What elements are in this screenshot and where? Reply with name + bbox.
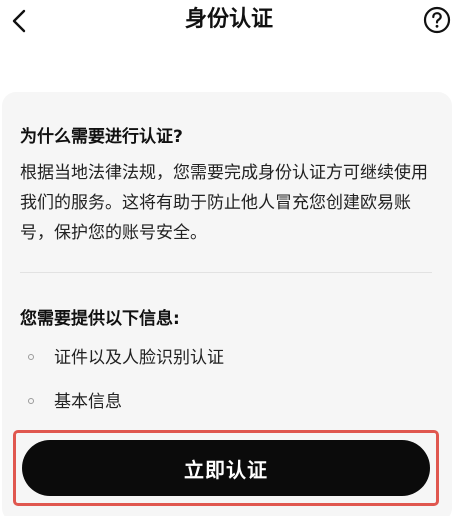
bullet-icon <box>28 354 34 360</box>
list-item: 基本信息 <box>20 384 224 428</box>
question-circle-icon <box>423 6 451 34</box>
list-item-label: 基本信息 <box>54 392 122 412</box>
page-title: 身份认证 <box>184 7 273 32</box>
required-info-list: 证件以及人脸识别认证 基本信息 <box>20 340 224 428</box>
why-verify-heading: 为什么需要进行认证? <box>20 127 183 147</box>
header: 身份认证 <box>0 0 458 44</box>
why-verify-text: 根据当地法律法规，您需要完成身份认证方可继续使用我们的服务。这将有助于防止他人冒… <box>20 163 428 243</box>
bullet-icon <box>28 398 34 404</box>
required-info-heading: 您需要提供以下信息: <box>20 309 180 329</box>
list-item-label: 证件以及人脸识别认证 <box>54 348 224 368</box>
verify-now-button[interactable]: 立即认证 <box>22 440 430 496</box>
help-button[interactable] <box>422 5 452 35</box>
divider <box>20 272 432 273</box>
list-item: 证件以及人脸识别认证 <box>20 340 224 384</box>
identity-verification-page: 身份认证 为什么需要进行认证? 根据当地法律法规，您需要完成身份认证方可继续使用… <box>0 0 458 516</box>
